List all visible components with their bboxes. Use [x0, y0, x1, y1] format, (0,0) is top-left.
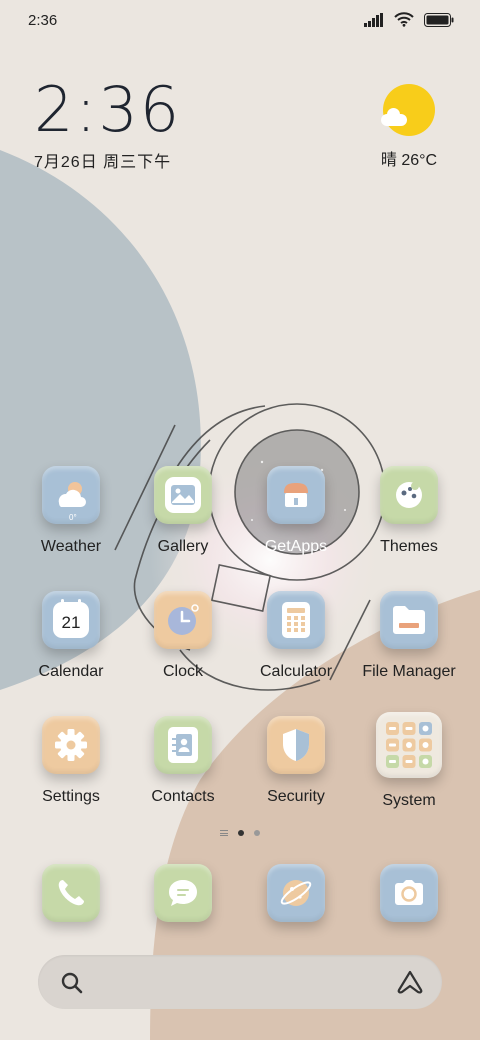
- sun-cloud-icon: [381, 84, 435, 136]
- dock-camera[interactable]: [353, 864, 465, 922]
- app-label: Themes: [380, 538, 438, 555]
- shield-icon: [267, 716, 325, 774]
- dock-messages[interactable]: [127, 864, 239, 922]
- app-label: Settings: [42, 788, 100, 805]
- app-label: Gallery: [157, 538, 209, 555]
- app-label: Clock: [162, 663, 203, 680]
- app-label: GetApps: [264, 538, 328, 555]
- search-bar[interactable]: [38, 955, 442, 1009]
- app-settings[interactable]: Settings: [15, 716, 127, 806]
- weather-widget[interactable]: 晴 26°C: [374, 84, 444, 170]
- page-dot: [254, 830, 260, 836]
- app-file-manager[interactable]: File Manager: [353, 591, 465, 681]
- app-label: Calendar: [38, 663, 104, 680]
- signal-icon: [364, 12, 383, 27]
- page-indicator[interactable]: [0, 830, 480, 836]
- app-label: File Manager: [362, 663, 456, 680]
- camera-icon: [380, 864, 438, 922]
- app-weather[interactable]: 0° Weather: [15, 466, 127, 556]
- wifi-icon: [394, 12, 414, 27]
- dock-browser[interactable]: [240, 864, 352, 922]
- app-gallery[interactable]: Gallery: [127, 466, 239, 556]
- themes-icon: [380, 466, 438, 524]
- search-icon[interactable]: [60, 971, 84, 995]
- weather-summary: 晴 26°C: [380, 152, 438, 169]
- page-list-icon: [220, 830, 228, 836]
- widget-time: 2:36: [34, 73, 182, 146]
- contacts-icon: [154, 716, 212, 774]
- app-label: Weather: [40, 538, 102, 555]
- gallery-icon: [154, 466, 212, 524]
- calendar-icon: 21: [42, 591, 100, 649]
- dock-phone[interactable]: [15, 864, 127, 922]
- folder-grid-icon: [376, 712, 442, 778]
- app-calculator[interactable]: Calculator: [240, 591, 352, 681]
- app-themes[interactable]: Themes: [353, 466, 465, 556]
- message-icon: [154, 864, 212, 922]
- widget-date: 7月26日 周三下午: [34, 154, 172, 171]
- clock-icon: [154, 591, 212, 649]
- battery-icon: [424, 12, 454, 27]
- calculator-icon: [267, 591, 325, 649]
- browser-icon: [267, 864, 325, 922]
- getapps-icon: [267, 466, 325, 524]
- weather-icon: 0°: [42, 466, 100, 524]
- page-dot-active: [238, 830, 244, 836]
- calendar-day: 21: [61, 613, 81, 632]
- app-label: Calculator: [259, 663, 333, 680]
- clock-widget[interactable]: 2:36 7月26日 周三下午: [34, 78, 181, 172]
- app-getapps[interactable]: GetApps: [240, 466, 352, 556]
- weather-badge: 0°: [69, 513, 77, 522]
- status-time: 2:36: [28, 12, 58, 29]
- app-label: Contacts: [151, 788, 215, 805]
- app-clock[interactable]: Clock: [127, 591, 239, 681]
- app-label: System: [382, 792, 436, 809]
- app-security[interactable]: Security: [240, 716, 352, 806]
- app-label: Security: [267, 788, 325, 805]
- status-bar: 2:36: [0, 0, 480, 42]
- assistant-icon[interactable]: [396, 969, 424, 995]
- phone-icon: [42, 864, 100, 922]
- folder-icon: [380, 591, 438, 649]
- app-contacts[interactable]: Contacts: [127, 716, 239, 806]
- app-calendar[interactable]: 21 Calendar: [15, 591, 127, 681]
- app-system-folder[interactable]: System: [353, 712, 465, 810]
- gear-icon: [42, 716, 100, 774]
